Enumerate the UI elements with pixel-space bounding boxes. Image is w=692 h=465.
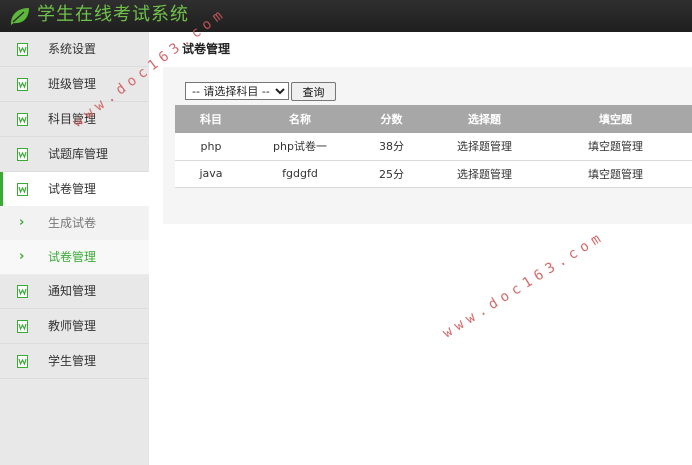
cell-score: 25分: [353, 160, 430, 188]
sidebar-item-label: 通知管理: [48, 284, 97, 298]
document-icon: [17, 148, 28, 161]
table-header-row: 科目 名称 分数 选择题 填空题: [175, 105, 692, 133]
sidebar-item-system-settings[interactable]: 系统设置: [0, 32, 149, 67]
cell-score: 38分: [353, 133, 430, 161]
fill-blank-management-link[interactable]: 填空题管理: [539, 160, 692, 188]
sidebar-subitem-paper-management[interactable]: › 试卷管理: [0, 240, 149, 275]
document-icon: [17, 355, 28, 368]
sidebar-item-teacher-management[interactable]: 教师管理: [0, 309, 149, 344]
sidebar-item-label: 生成试卷: [48, 216, 97, 230]
table-row: java fgdgfd 25分 选择题管理 填空题管理: [175, 160, 692, 188]
document-icon: [17, 78, 28, 91]
column-header-score: 分数: [353, 105, 430, 133]
document-icon: [17, 43, 28, 56]
paper-table: 科目 名称 分数 选择题 填空题 php php试卷一 38分 选择题管理 填空…: [175, 105, 692, 188]
cell-subject: java: [175, 160, 247, 188]
sidebar-item-label: 系统设置: [48, 42, 97, 56]
subject-select[interactable]: -- 请选择科目 --: [185, 82, 289, 100]
fill-blank-management-link[interactable]: 填空题管理: [539, 133, 692, 161]
sidebar-item-paper-management[interactable]: 试卷管理: [0, 172, 149, 207]
document-icon: [17, 320, 28, 333]
sidebar-item-label: 学生管理: [48, 354, 97, 368]
sidebar-item-student-management[interactable]: 学生管理: [0, 344, 149, 379]
cell-name: fgdgfd: [247, 160, 353, 188]
table-row: php php试卷一 38分 选择题管理 填空题管理: [175, 133, 692, 161]
cell-subject: php: [175, 133, 247, 161]
column-header-fill-blank: 填空题: [539, 105, 692, 133]
sidebar-item-label: 班级管理: [48, 77, 97, 91]
leaf-icon: [11, 8, 29, 25]
top-bar: 学生在线考试系统: [0, 0, 692, 32]
sidebar-item-notice-management[interactable]: 通知管理: [0, 274, 149, 309]
choice-management-link[interactable]: 选择题管理: [430, 133, 539, 161]
column-header-choice: 选择题: [430, 105, 539, 133]
sidebar-item-label: 教师管理: [48, 319, 97, 333]
column-header-name: 名称: [247, 105, 353, 133]
document-icon: [17, 183, 28, 196]
sidebar-item-question-bank[interactable]: 试题库管理: [0, 137, 149, 172]
query-button[interactable]: 查询: [291, 82, 336, 101]
sidebar-item-label: 试卷管理: [48, 250, 97, 264]
document-icon: [17, 113, 28, 126]
document-icon: [17, 285, 28, 298]
choice-management-link[interactable]: 选择题管理: [430, 160, 539, 188]
sidebar-subitem-generate-paper[interactable]: › 生成试卷: [0, 206, 149, 241]
chevron-right-icon: ›: [19, 249, 25, 264]
chevron-right-icon: ›: [19, 215, 25, 230]
sidebar: 系统设置 班级管理 科目管理 试题库管理 试卷管理 › 生成试卷 › 试卷管理 …: [0, 32, 149, 465]
sidebar-item-label: 试题库管理: [48, 147, 109, 161]
app-title: 学生在线考试系统: [37, 4, 189, 25]
watermark-text: www.doc163.com: [440, 228, 608, 342]
sidebar-item-label: 试卷管理: [48, 182, 97, 196]
column-header-subject: 科目: [175, 105, 247, 133]
cell-name: php试卷一: [247, 133, 353, 161]
